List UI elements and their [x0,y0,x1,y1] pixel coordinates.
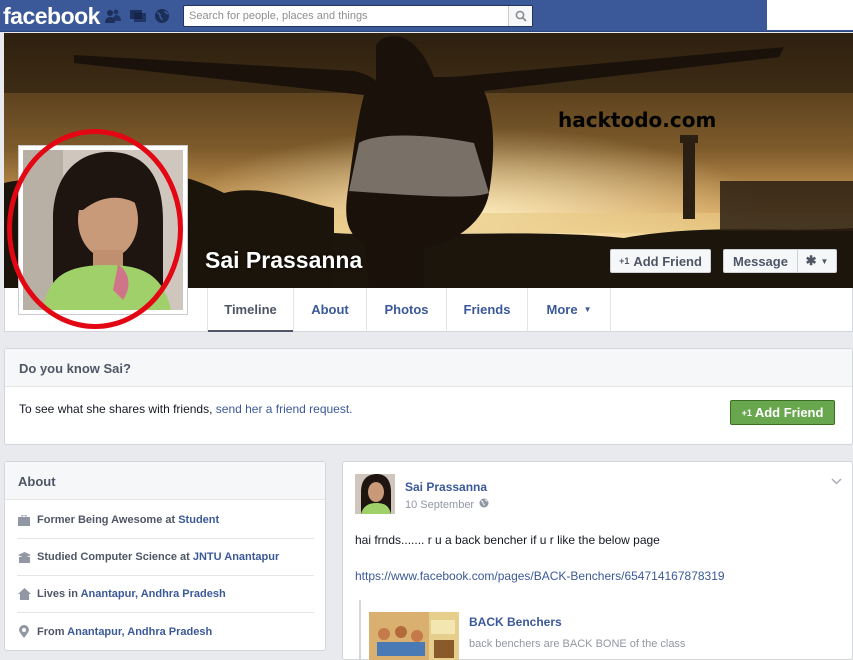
tab-about[interactable]: About [293,288,366,331]
shared-page-thumbnail[interactable] [369,612,459,660]
chevron-down-icon: ▼ [820,256,829,266]
about-item-education: Studied Computer Science at JNTU Anantap… [17,539,314,576]
shared-page-description: back benchers are BACK BONE of the class [469,638,686,650]
tab-friends[interactable]: Friends [446,288,527,331]
about-item-lives: Lives in Anantapur, Andhra Pradesh [17,576,314,613]
about-panel: About Former Being Awesome at Student St… [4,461,326,651]
search-button[interactable] [508,6,532,26]
gear-icon: ✱ [805,253,817,268]
post-options-chevron-icon[interactable] [831,476,842,488]
top-right-panel [767,0,853,30]
do-you-know-message: To see what she shares with friends, [19,402,216,416]
friend-request-link[interactable]: send her a friend request. [216,402,353,416]
about-item-work: Former Being Awesome at Student [17,502,314,539]
about-item-text: Former Being Awesome at Student [37,514,220,526]
search-icon [515,10,527,22]
tab-more[interactable]: More ▼ [527,288,611,331]
location-pin-icon [17,625,31,638]
top-bar: facebook [0,0,853,32]
post-author-name[interactable]: Sai Prassanna [405,480,487,494]
message-label: Message [733,253,788,269]
tab-timeline[interactable]: Timeline [207,288,293,332]
facebook-logo[interactable]: facebook [3,3,100,30]
message-button[interactable]: Message [723,249,797,273]
about-item-link[interactable]: JNTU Anantapur [193,551,279,563]
profile-picture[interactable] [18,145,188,315]
post-timestamp: 10 September [405,498,489,511]
about-item-link[interactable]: Anantapur, Andhra Pradesh [67,626,212,638]
settings-dropdown-button[interactable]: ✱ ▼ [797,249,837,273]
messages-icon[interactable] [129,8,147,24]
profile-name[interactable]: Sai Prassanna [205,247,362,274]
timeline-post: Sai Prassanna 10 September hai frnds....… [342,461,853,660]
about-heading: About [5,462,325,500]
chevron-down-icon: ▼ [583,305,592,314]
globe-icon[interactable] [153,8,171,24]
add-friend-label: Add Friend [633,253,702,269]
watermark-text: hacktodo.com [558,108,717,132]
add-friend-green-button[interactable]: +1 Add Friend [730,400,835,425]
home-icon [17,588,31,600]
about-item-link[interactable]: Student [178,514,219,526]
profile-photo [23,150,183,310]
search-box [183,5,533,27]
add-friend-icon: +1 [619,256,630,266]
post-text: hai frnds....... r u a back bencher if u… [355,533,660,547]
search-input[interactable] [184,6,504,26]
do-you-know-panel: Do you know Sai? To see what she shares … [4,348,853,445]
about-item-link[interactable]: Anantapur, Andhra Pradesh [81,588,226,600]
add-friend-icon: +1 [741,407,752,418]
about-item-text: From Anantapur, Andhra Pradesh [37,625,213,638]
about-item-from: From Anantapur, Andhra Pradesh [17,613,314,650]
post-author-avatar[interactable] [355,474,395,514]
shared-page-title[interactable]: BACK Benchers [469,615,562,629]
post-date-text[interactable]: 10 September [405,499,474,511]
add-friend-button[interactable]: +1 Add Friend [610,249,711,273]
add-friend-green-label: Add Friend [754,405,824,420]
shared-page-preview[interactable]: BACK Benchers back benchers are BACK BON… [359,600,839,660]
briefcase-icon [17,514,31,526]
do-you-know-heading: Do you know Sai? [5,349,852,387]
school-icon [17,551,31,563]
about-item-text: Lives in Anantapur, Andhra Pradesh [37,588,226,600]
post-link[interactable]: https://www.facebook.com/pages/BACK-Benc… [355,569,725,583]
globe-icon [479,498,489,511]
tab-photos[interactable]: Photos [366,288,446,331]
friends-icon[interactable] [104,8,122,24]
about-item-text: Studied Computer Science at JNTU Anantap… [37,551,280,563]
tab-more-label: More [546,302,578,317]
do-you-know-text: To see what she shares with friends, sen… [19,402,353,416]
